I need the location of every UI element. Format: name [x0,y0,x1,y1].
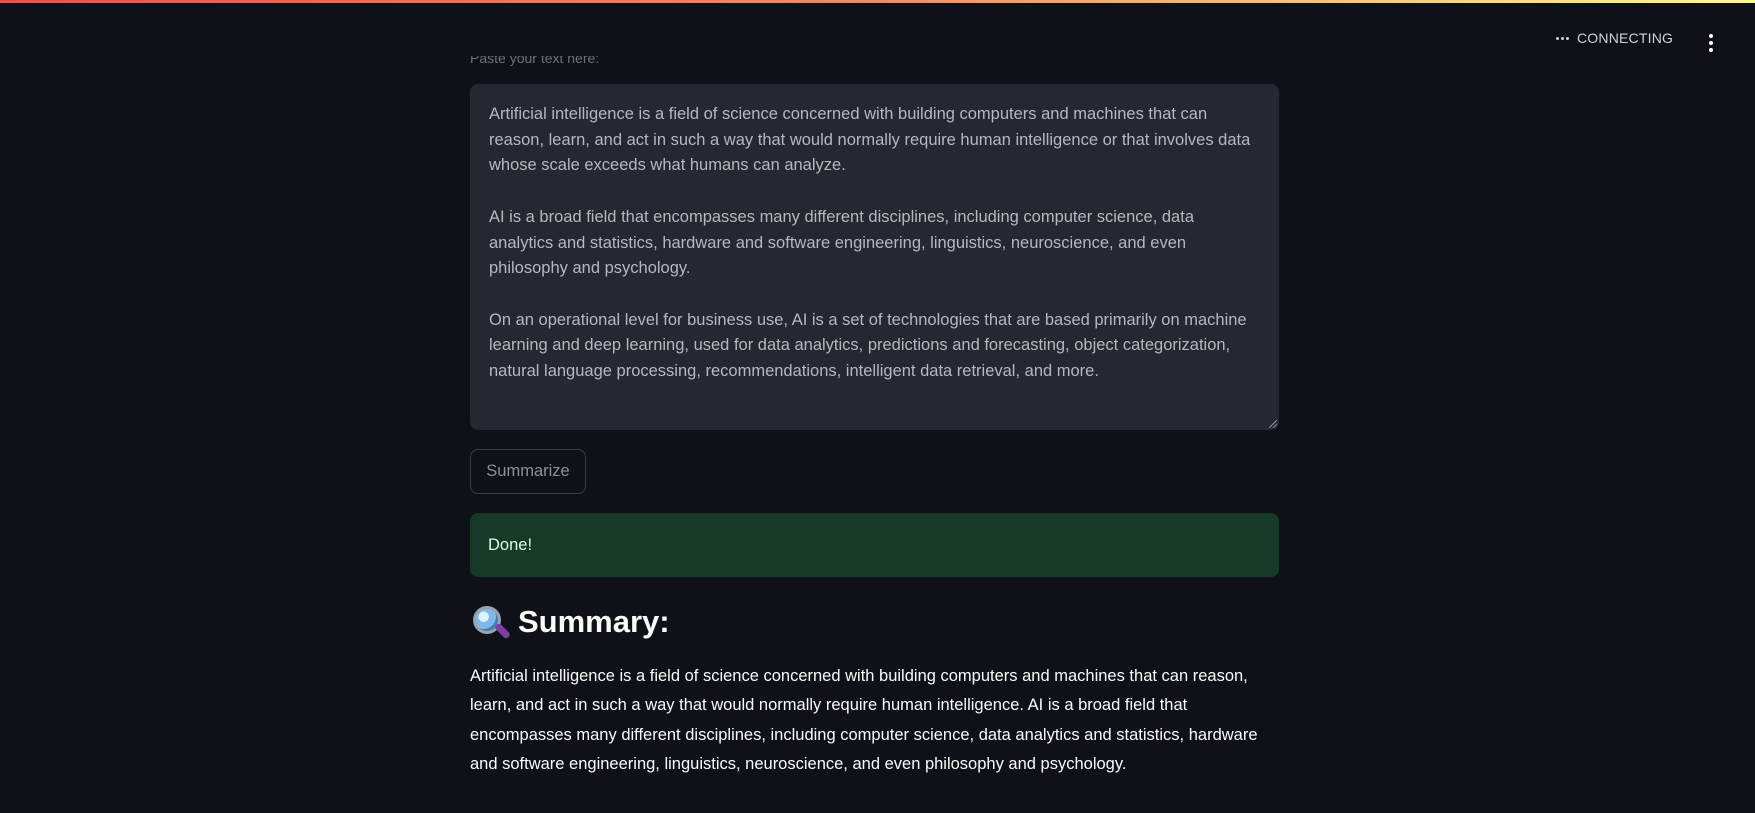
main-menu-button[interactable] [1697,29,1725,57]
input-paragraph-2: AI is a broad field that encompasses man… [489,207,1194,278]
summary-text: Artificial intelligence is a field of sc… [470,667,1258,773]
textarea-label-text: Paste your text here: [470,56,600,66]
summary-heading: Summary: [470,603,670,641]
input-paragraph-3: On an operational level for business use… [489,310,1247,380]
ellipsis-icon [1556,36,1569,40]
success-alert-text: Done! [488,535,533,554]
connection-status-text: CONNECTING [1577,30,1674,46]
resize-handle-icon[interactable] [1269,420,1277,428]
summarize-button[interactable]: Summarize [470,449,586,494]
input-paragraph-1: Artificial intelligence is a field of sc… [489,105,1251,175]
text-input-area[interactable]: Artificial intelligence is a field of sc… [470,84,1279,430]
vertical-dots-icon [1709,34,1713,52]
magnifying-glass-icon [470,603,511,641]
textarea-label: Paste your text here: [470,56,599,72]
top-decoration-bar [0,0,1755,3]
success-alert: Done! [470,513,1279,577]
summary-heading-text: Summary: [518,604,670,639]
connection-status: CONNECTING [1556,30,1673,46]
